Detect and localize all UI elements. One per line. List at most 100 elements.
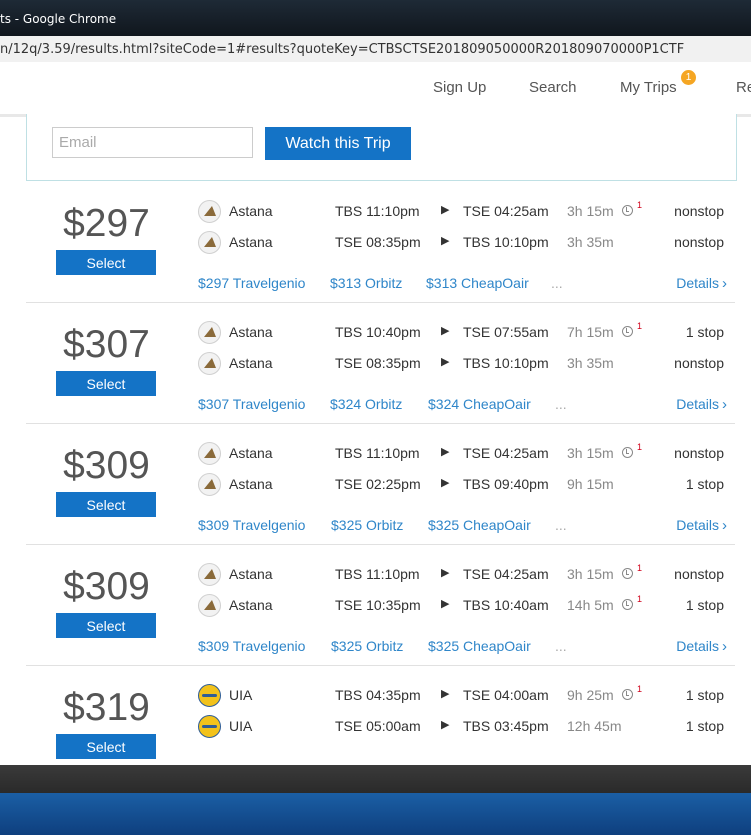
stops: nonstop: [674, 566, 724, 582]
astana-logo-icon: [198, 442, 221, 465]
clock-icon: [622, 326, 633, 337]
flight-leg[interactable]: Astana TBS 11:10pm ▶ TSE 04:25am 3h 15m …: [26, 442, 735, 466]
stops: nonstop: [674, 234, 724, 250]
airline-name: Astana: [229, 476, 273, 492]
nav-cut-link[interactable]: Re: [736, 79, 751, 96]
provider-prices: $297 Travelgenio $313 Orbitz $313 CheapO…: [26, 275, 735, 293]
flight-leg[interactable]: UIA TSE 05:00am ▶ TBS 03:45pm 12h 45m 1 …: [26, 715, 735, 739]
departure: TSE 08:35pm: [335, 355, 421, 371]
arrival: TBS 09:40pm: [463, 476, 549, 492]
provider-link[interactable]: $313 Orbitz: [330, 275, 402, 291]
arrow-right-icon: ▶: [441, 567, 450, 579]
flight-leg[interactable]: Astana TSE 08:35pm ▶ TBS 10:10pm 3h 35m …: [26, 352, 735, 376]
stops: 1 stop: [685, 476, 724, 492]
layover-count: 1: [637, 200, 643, 210]
url-text[interactable]: n/12q/3.59/results.html?siteCode=1#resul…: [0, 42, 684, 57]
airline-name: UIA: [229, 687, 253, 703]
email-input[interactable]: [52, 127, 253, 158]
provider-link[interactable]: $307 Travelgenio: [198, 396, 305, 412]
clock-icon: [622, 599, 633, 610]
provider-prices: $309 Travelgenio $325 Orbitz $325 CheapO…: [26, 517, 735, 535]
arrow-right-icon: ▶: [441, 719, 450, 731]
airline-name: Astana: [229, 597, 273, 613]
details-label: Details: [676, 396, 719, 412]
provider-prices: $309 Travelgenio $325 Orbitz $325 CheapO…: [26, 638, 735, 656]
provider-link[interactable]: $324 CheapOair: [428, 396, 531, 412]
provider-link[interactable]: $309 Travelgenio: [198, 517, 305, 533]
arrow-right-icon: ▶: [441, 204, 450, 216]
my-trips-count-badge: 1: [681, 70, 696, 85]
details-link[interactable]: Details ›: [676, 517, 727, 534]
provider-link[interactable]: $324 Orbitz: [330, 396, 402, 412]
departure: TBS 04:35pm: [335, 687, 421, 703]
arrow-right-icon: ▶: [441, 235, 450, 247]
arrival: TSE 07:55am: [463, 324, 549, 340]
details-label: Details: [676, 638, 719, 654]
duration: 12h 45m: [567, 718, 622, 734]
arrow-right-icon: ▶: [441, 477, 450, 489]
flight-leg[interactable]: Astana TBS 11:10pm ▶ TSE 04:25am 3h 15m …: [26, 563, 735, 587]
arrival: TBS 03:45pm: [463, 718, 549, 734]
departure: TSE 08:35pm: [335, 234, 421, 250]
clock-icon: [622, 205, 633, 216]
uia-logo-icon: [198, 684, 221, 707]
watch-trip-button[interactable]: Watch this Trip: [265, 127, 411, 160]
stops: 1 stop: [685, 718, 724, 734]
duration: 7h 15m: [567, 324, 614, 340]
provider-link[interactable]: $309 Travelgenio: [198, 638, 305, 654]
more-providers-link[interactable]: ...: [555, 638, 567, 654]
provider-link[interactable]: $313 CheapOair: [426, 275, 529, 291]
clock-icon: [622, 447, 633, 458]
details-link[interactable]: Details ›: [676, 396, 727, 413]
airline-name: Astana: [229, 445, 273, 461]
more-providers-link[interactable]: ...: [555, 517, 567, 533]
layover-count: 1: [637, 563, 643, 573]
duration: 9h 15m: [567, 476, 614, 492]
top-nav: Sign Up Search My Trips 1 Re: [0, 62, 751, 117]
nav-my-trips[interactable]: My Trips: [620, 79, 677, 96]
layover-count: 1: [637, 684, 643, 694]
flight-leg[interactable]: Astana TSE 02:25pm ▶ TBS 09:40pm 9h 15m …: [26, 473, 735, 497]
result-card: $309 Select Astana TBS 11:10pm ▶ TSE 04:…: [26, 545, 735, 666]
arrow-right-icon: ▶: [441, 598, 450, 610]
chevron-right-icon: ›: [722, 517, 727, 534]
watch-trip-panel: Watch this Trip: [26, 114, 737, 181]
arrow-right-icon: ▶: [441, 688, 450, 700]
provider-link[interactable]: $297 Travelgenio: [198, 275, 305, 291]
flight-leg[interactable]: Astana TSE 10:35pm ▶ TBS 10:40am 14h 5m …: [26, 594, 735, 618]
flight-leg[interactable]: UIA TBS 04:35pm ▶ TSE 04:00am 9h 25m 1 1…: [26, 684, 735, 708]
address-bar[interactable]: n/12q/3.59/results.html?siteCode=1#resul…: [0, 36, 751, 63]
departure: TBS 11:10pm: [335, 566, 420, 582]
more-providers-link[interactable]: ...: [555, 396, 567, 412]
more-providers-link[interactable]: ...: [551, 275, 563, 291]
provider-link[interactable]: $325 CheapOair: [428, 517, 531, 533]
astana-logo-icon: [198, 352, 221, 375]
nav-sign-up[interactable]: Sign Up: [433, 79, 486, 96]
provider-link[interactable]: $325 Orbitz: [331, 638, 403, 654]
departure: TSE 02:25pm: [335, 476, 421, 492]
provider-link[interactable]: $325 CheapOair: [428, 638, 531, 654]
airline-name: Astana: [229, 566, 273, 582]
astana-logo-icon: [198, 231, 221, 254]
arrival: TSE 04:25am: [463, 203, 549, 219]
flight-leg[interactable]: Astana TSE 08:35pm ▶ TBS 10:10pm 3h 35m …: [26, 231, 735, 255]
details-link[interactable]: Details ›: [676, 638, 727, 655]
provider-link[interactable]: $325 Orbitz: [331, 517, 403, 533]
stops: 1 stop: [685, 324, 724, 340]
arrival: TSE 04:25am: [463, 566, 549, 582]
clock-icon: [622, 568, 633, 579]
details-label: Details: [676, 517, 719, 533]
airline-name: UIA: [229, 718, 253, 734]
duration: 3h 35m: [567, 234, 614, 250]
flight-leg[interactable]: Astana TBS 10:40pm ▶ TSE 07:55am 7h 15m …: [26, 321, 735, 345]
window-title: ts - Google Chrome: [0, 12, 117, 26]
duration: 3h 15m: [567, 203, 614, 219]
details-link[interactable]: Details ›: [676, 275, 727, 292]
duration: 3h 15m: [567, 445, 614, 461]
airline-name: Astana: [229, 203, 273, 219]
nav-search[interactable]: Search: [529, 79, 577, 96]
layover-count: 1: [637, 442, 643, 452]
flight-leg[interactable]: Astana TBS 11:10pm ▶ TSE 04:25am 3h 15m …: [26, 200, 735, 224]
clipped-text-fragment: [82, 114, 412, 117]
departure: TBS 11:10pm: [335, 203, 420, 219]
